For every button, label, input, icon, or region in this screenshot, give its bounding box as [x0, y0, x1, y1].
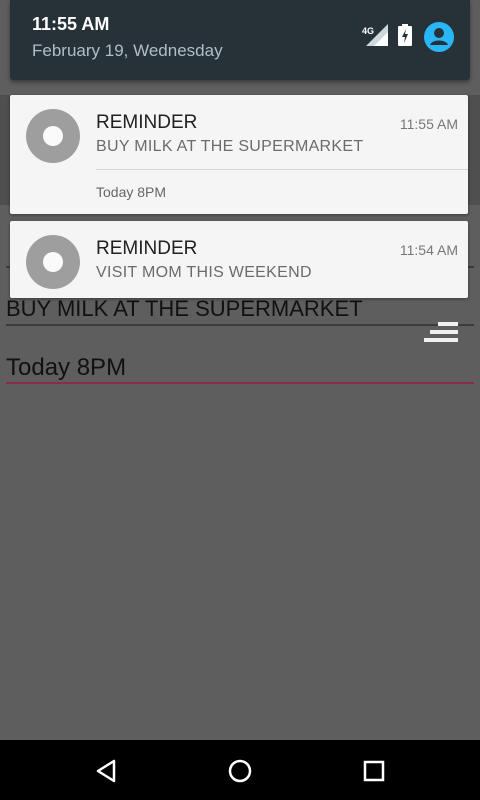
navigation-bar	[0, 740, 480, 800]
notification-message: VISIT MOM THIS WEEKEND	[96, 264, 312, 281]
notification-time: 11:55 AM	[399, 116, 458, 132]
notification-time: 11:54 AM	[399, 242, 458, 258]
status-time: 11:55 AM	[32, 14, 110, 34]
notification-subtext: Today 8PM	[96, 184, 167, 200]
notification-shade-header: 11:55 AM February 19, Wednesday 4G	[10, 0, 470, 80]
field-underline-active	[6, 382, 474, 384]
notification-divider	[96, 169, 468, 170]
signal-4g-icon: 4G	[362, 24, 388, 46]
recents-icon[interactable]	[359, 756, 389, 786]
reminder-ring-icon	[26, 235, 80, 289]
field-underline	[6, 324, 474, 326]
battery-charging-icon	[398, 24, 412, 46]
network-label: 4G	[362, 26, 374, 36]
notification-card[interactable]: REMINDER VISIT MOM THIS WEEKEND 11:54 AM	[10, 221, 468, 298]
home-icon[interactable]	[225, 756, 255, 786]
notification-card[interactable]: REMINDER BUY MILK AT THE SUPERMARKET 11:…	[10, 95, 468, 214]
reminder-time-value: Today 8PM	[6, 354, 127, 381]
reminder-ring-icon	[26, 109, 80, 163]
reminder-title-value: BUY MILK AT THE SUPERMARKET	[6, 296, 363, 321]
reminder-time-field[interactable]: Today 8PM	[6, 348, 474, 384]
back-icon[interactable]	[92, 756, 122, 786]
notification-message: BUY MILK AT THE SUPERMARKET	[96, 138, 364, 155]
notification-title: REMINDER	[96, 112, 198, 133]
user-account-icon[interactable]	[424, 22, 454, 52]
notification-title: REMINDER	[96, 238, 198, 259]
sort-icon[interactable]	[424, 322, 458, 346]
status-date[interactable]: February 19, Wednesday	[32, 41, 223, 61]
